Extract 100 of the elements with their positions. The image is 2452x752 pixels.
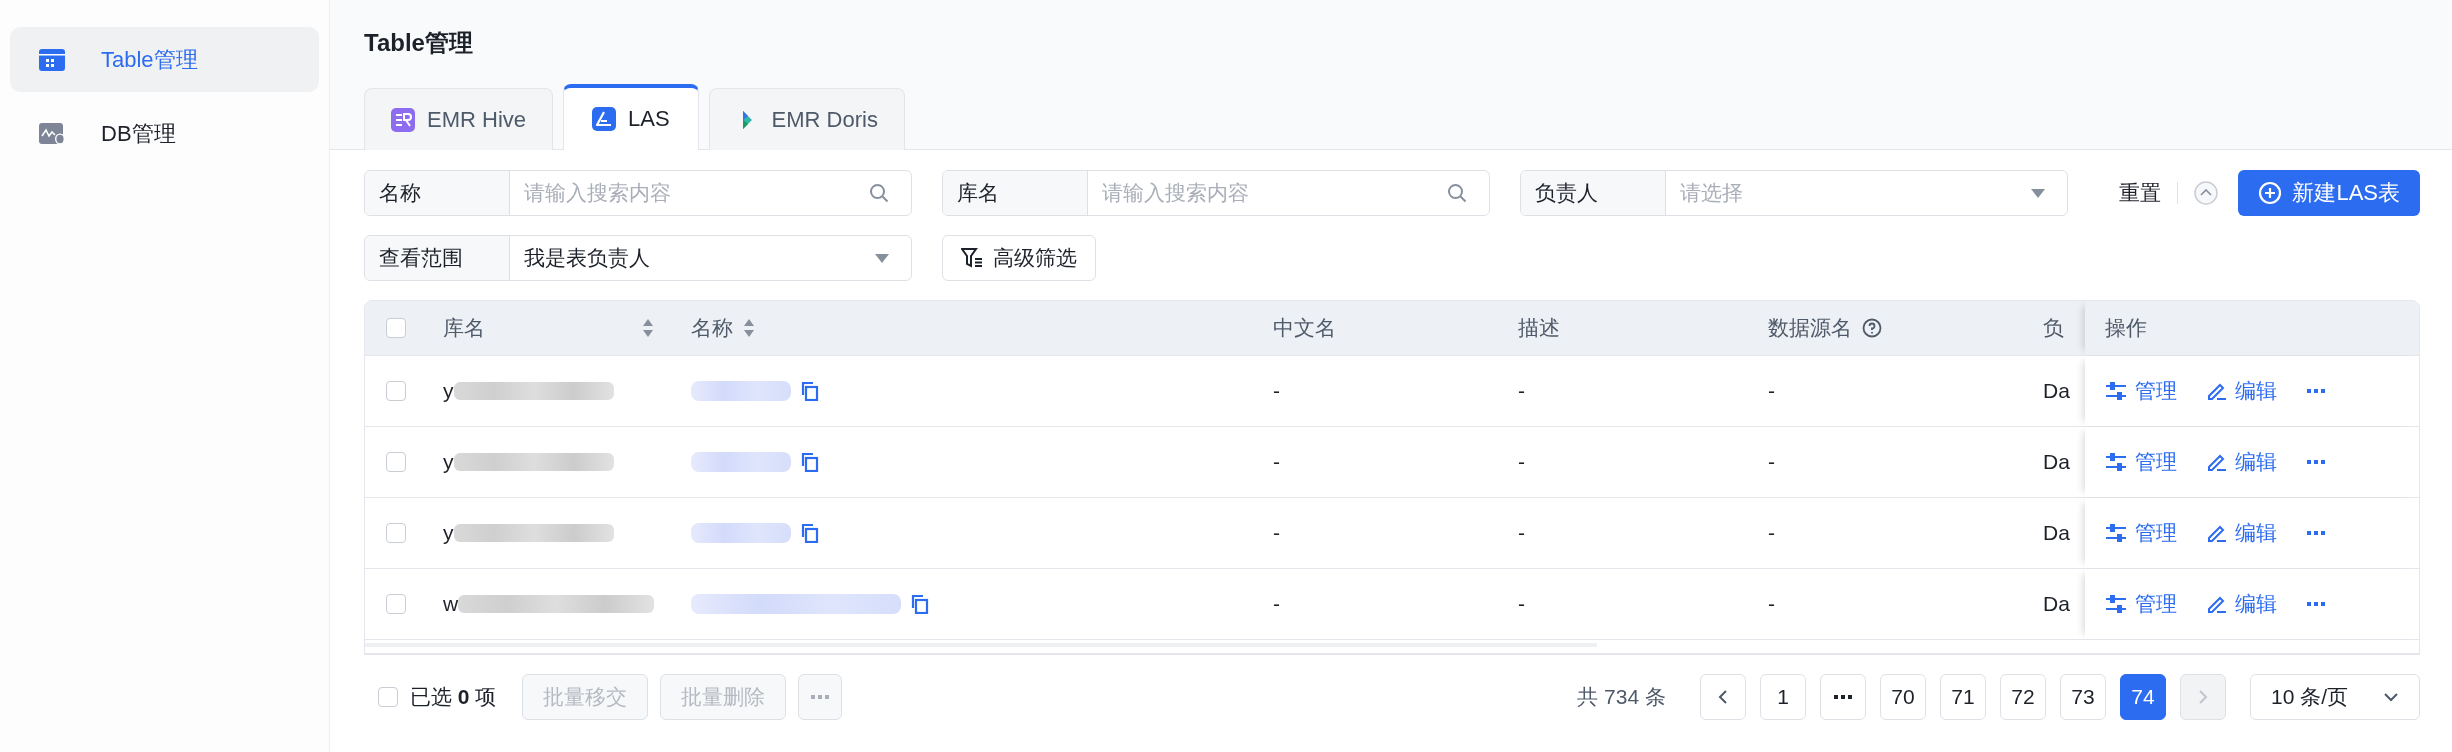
sidebar-item[interactable]: DB管理 bbox=[10, 101, 319, 166]
database-name: y bbox=[443, 521, 454, 545]
sliders-icon bbox=[2105, 382, 2127, 400]
column-header: 数据源名 bbox=[1768, 315, 1852, 341]
reset-link[interactable]: 重置 bbox=[2119, 179, 2162, 207]
database-name: y bbox=[443, 450, 454, 474]
tab[interactable]: LAS bbox=[563, 84, 699, 150]
search-field[interactable]: 名称 请输入搜索内容 bbox=[364, 170, 912, 216]
table-cell: Da bbox=[2043, 379, 2070, 403]
table-cell: - bbox=[1273, 592, 1280, 616]
table-cell: - bbox=[1273, 521, 1280, 545]
help-icon[interactable] bbox=[1862, 318, 1882, 338]
edit-link[interactable]: 编辑 bbox=[2207, 519, 2277, 547]
monitor-database-icon bbox=[38, 121, 66, 146]
checkbox[interactable] bbox=[385, 318, 406, 338]
select-field[interactable]: 查看范围 我是表负责人 bbox=[364, 235, 912, 281]
placeholder: 请输入搜索内容 bbox=[524, 180, 671, 206]
pencil-icon bbox=[2207, 594, 2227, 614]
more-icon bbox=[811, 694, 830, 700]
sliders-icon bbox=[2105, 595, 2127, 613]
copy-icon[interactable] bbox=[801, 523, 819, 543]
manage-link[interactable]: 管理 bbox=[2105, 519, 2177, 547]
page-size-select[interactable]: 10 条/页 bbox=[2250, 674, 2420, 720]
table-cell: Da bbox=[2043, 521, 2070, 545]
advanced-filter-button[interactable]: 高级筛选 bbox=[942, 235, 1096, 281]
plus-circle-icon bbox=[2258, 181, 2283, 205]
table-cell: - bbox=[1518, 592, 1525, 616]
create-button[interactable]: 新建LAS表 bbox=[2238, 170, 2420, 216]
sort-icon[interactable] bbox=[642, 318, 654, 338]
copy-icon[interactable] bbox=[911, 594, 929, 614]
sort-icon[interactable] bbox=[743, 318, 755, 338]
table-cell: - bbox=[1768, 379, 1775, 403]
placeholder: 请选择 bbox=[1680, 180, 1743, 206]
caret-down-icon bbox=[875, 253, 889, 263]
tab[interactable]: EMR Hive bbox=[364, 88, 553, 150]
search-field[interactable]: 库名 请输入搜索内容 bbox=[942, 170, 1490, 216]
hive-logo-icon bbox=[391, 107, 415, 132]
las-logo-icon bbox=[592, 107, 616, 131]
page-button[interactable]: 72 bbox=[2000, 674, 2046, 720]
table-cell: - bbox=[1273, 450, 1280, 474]
total-count: 共 734 条 bbox=[1577, 684, 1666, 710]
sidebar-item[interactable]: Table管理 bbox=[10, 27, 319, 92]
filter-icon bbox=[961, 248, 983, 268]
table-cell: - bbox=[1518, 379, 1525, 403]
table-cell: - bbox=[1273, 379, 1280, 403]
search-icon[interactable] bbox=[869, 183, 889, 203]
page-button[interactable]: 70 bbox=[1880, 674, 1926, 720]
checkbox[interactable] bbox=[385, 381, 406, 401]
edit-link[interactable]: 编辑 bbox=[2207, 590, 2277, 618]
column-header: 库名 bbox=[443, 315, 485, 341]
table-cell: - bbox=[1768, 592, 1775, 616]
ellipsis-icon bbox=[1834, 694, 1852, 700]
column-header: 描述 bbox=[1518, 315, 1560, 341]
edit-link[interactable]: 编辑 bbox=[2207, 448, 2277, 476]
page-button[interactable]: 1 bbox=[1760, 674, 1806, 720]
pencil-icon bbox=[2207, 452, 2227, 472]
database-name: y bbox=[443, 379, 454, 403]
chevron-left-icon bbox=[1718, 689, 1728, 705]
chevron-right-icon bbox=[2198, 689, 2208, 705]
caret-down-icon bbox=[2031, 188, 2045, 198]
manage-link[interactable]: 管理 bbox=[2105, 377, 2177, 405]
field-label: 库名 bbox=[957, 180, 999, 206]
select-value: 我是表负责人 bbox=[524, 245, 650, 271]
field-label: 负责人 bbox=[1535, 180, 1598, 206]
manage-link[interactable]: 管理 bbox=[2105, 590, 2177, 618]
column-header: 负 bbox=[2043, 315, 2064, 341]
pencil-icon bbox=[2207, 523, 2227, 543]
edit-link[interactable]: 编辑 bbox=[2207, 377, 2277, 405]
checkbox[interactable] bbox=[385, 594, 406, 614]
manage-link[interactable]: 管理 bbox=[2105, 448, 2177, 476]
tab[interactable]: EMR Doris bbox=[708, 88, 905, 150]
column-header: 中文名 bbox=[1273, 315, 1336, 341]
page-button[interactable]: 71 bbox=[1940, 674, 1986, 720]
selected-count: 已选 0 项 bbox=[410, 684, 497, 710]
checkbox[interactable] bbox=[385, 452, 406, 472]
collapse-button[interactable] bbox=[2194, 181, 2219, 205]
field-label: 查看范围 bbox=[379, 245, 463, 271]
page-ellipsis[interactable] bbox=[1820, 674, 1866, 720]
column-header: 操作 bbox=[2105, 315, 2147, 341]
copy-icon[interactable] bbox=[801, 452, 819, 472]
select-field[interactable]: 负责人 请选择 bbox=[1520, 170, 2068, 216]
checkbox[interactable] bbox=[385, 523, 406, 543]
page-button[interactable]: 73 bbox=[2060, 674, 2106, 720]
column-header: 名称 bbox=[691, 315, 733, 341]
pencil-icon bbox=[2207, 381, 2227, 401]
placeholder: 请输入搜索内容 bbox=[1102, 180, 1249, 206]
table-cell: - bbox=[1518, 450, 1525, 474]
page-button[interactable]: 74 bbox=[2120, 674, 2166, 720]
table-cell: - bbox=[1768, 450, 1775, 474]
sliders-icon bbox=[2105, 453, 2127, 471]
page-title: Table管理 bbox=[364, 27, 473, 58]
table-cell: - bbox=[1768, 521, 1775, 545]
chevron-down-icon bbox=[2383, 692, 2399, 702]
checkbox[interactable] bbox=[378, 687, 398, 707]
table-cell: - bbox=[1518, 521, 1525, 545]
table-cell: Da bbox=[2043, 592, 2070, 616]
table-cell: Da bbox=[2043, 450, 2070, 474]
copy-icon[interactable] bbox=[801, 381, 819, 401]
search-icon[interactable] bbox=[1447, 183, 1467, 203]
sliders-icon bbox=[2105, 524, 2127, 542]
